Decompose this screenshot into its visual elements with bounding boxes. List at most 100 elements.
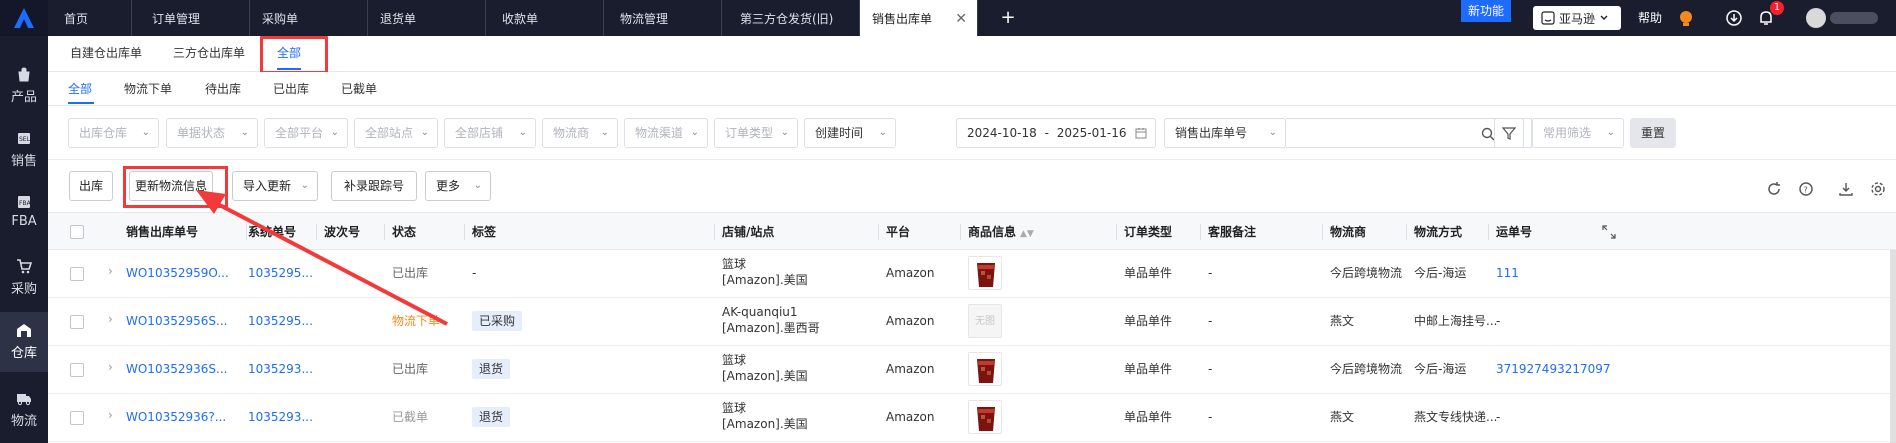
time-type-select[interactable]: 创建时间 ⌄: [804, 118, 896, 148]
customer-service-icon[interactable]: [1676, 8, 1696, 28]
nav-item-fba[interactable]: FBA FBA: [0, 184, 48, 240]
import-update-button[interactable]: 导入更新 ⌄: [232, 171, 318, 201]
search-icon[interactable]: [1481, 127, 1495, 141]
status-tab-shipped[interactable]: 已出库: [273, 72, 309, 106]
expand-row-icon[interactable]: ›: [108, 408, 113, 422]
sales-no-link[interactable]: WO10352936S...: [126, 362, 227, 377]
store-filter[interactable]: 全部店铺 ⌄: [444, 118, 536, 148]
row-checkbox[interactable]: [70, 411, 84, 425]
add-tab-icon[interactable]: +: [996, 0, 1020, 36]
help-circle-icon[interactable]: ?: [1798, 181, 1814, 197]
nav-item-purchase[interactable]: 采购: [0, 248, 48, 304]
col-platform: 平台: [886, 225, 911, 239]
column-divider: [714, 224, 715, 240]
carrier-filter[interactable]: 物流商 ⌄: [542, 118, 618, 148]
tag-label: 已采购: [472, 311, 523, 331]
date-range-picker[interactable]: 2024-10-18 - 2025-01-16: [956, 118, 1156, 148]
nav-item-logistics[interactable]: 物流: [0, 380, 48, 436]
tab-label: 首页: [64, 12, 89, 26]
chevron-down-icon: ⌄: [878, 127, 887, 138]
new-feature-button[interactable]: 新功能: [1461, 0, 1511, 22]
table-row[interactable]: › WO10352956S... 1035295... 物流下单 已采购 AK-…: [48, 298, 1896, 346]
tab-purchase-order[interactable]: 采购单: [250, 0, 368, 36]
more-button[interactable]: 更多 ⌄: [425, 171, 491, 201]
col-product[interactable]: 商品信息 ▲▼: [968, 213, 1034, 251]
filter-label: 全部店铺: [455, 126, 504, 140]
shipping-method: 中邮上海挂号...: [1414, 314, 1498, 328]
sales-no-link[interactable]: WO10352936?...: [126, 410, 226, 425]
avatar[interactable]: [1806, 8, 1826, 28]
status-text: 已出库: [392, 266, 429, 280]
expand-row-icon[interactable]: ›: [108, 264, 113, 278]
settings-icon[interactable]: [1870, 181, 1886, 197]
sales-no-link[interactable]: WO10352956S...: [126, 314, 227, 329]
tab-third-party-warehouse[interactable]: 三方仓出库单: [173, 36, 245, 72]
row-checkbox[interactable]: [70, 315, 84, 329]
sort-icon[interactable]: ▲▼: [1020, 229, 1034, 239]
status-tab-logistics-order[interactable]: 物流下单: [124, 72, 172, 106]
product-thumbnail[interactable]: [968, 352, 1002, 386]
tab-home[interactable]: 首页: [48, 0, 132, 36]
refresh-icon[interactable]: [1766, 181, 1782, 197]
sys-no-link[interactable]: 1035293...: [248, 410, 313, 425]
download-icon[interactable]: [1724, 8, 1744, 28]
platform-select[interactable]: 亚马逊: [1533, 6, 1621, 30]
cs-note: -: [1208, 266, 1213, 280]
platform-filter[interactable]: 全部平台 ⌄: [264, 118, 348, 148]
col-label: 商品信息: [968, 225, 1017, 239]
expand-row-icon[interactable]: ›: [108, 360, 113, 374]
tab-order-management[interactable]: 订单管理: [132, 0, 250, 36]
tab-sales-outbound[interactable]: 销售出库单 ✕: [860, 0, 978, 36]
order-type-filter[interactable]: 订单类型 ⌄: [714, 118, 798, 148]
tab-receipt[interactable]: 收款单: [486, 0, 604, 36]
close-icon[interactable]: ✕: [955, 0, 967, 38]
select-all-checkbox[interactable]: [70, 225, 84, 239]
waybill-link[interactable]: 111: [1496, 266, 1519, 281]
waybill-link[interactable]: 371927493217097: [1496, 362, 1611, 377]
tab-return-order[interactable]: 退货单: [368, 0, 486, 36]
common-filter-select[interactable]: 常用筛选 ⌄: [1532, 118, 1624, 148]
username-redacted[interactable]: [1830, 12, 1878, 24]
top-bar: 首页 订单管理 采购单 退货单 收款单 物流管理 第三方仓发货(旧) 销售出库单…: [0, 0, 1896, 36]
table-row[interactable]: › WO10352936S... 1035293... 已出库 退货 篮球 [A…: [48, 346, 1896, 394]
row-checkbox[interactable]: [70, 363, 84, 377]
nav-item-product[interactable]: 产品: [0, 56, 48, 112]
nav-item-warehouse[interactable]: 仓库: [0, 312, 48, 372]
sys-no-link[interactable]: 1035293...: [248, 362, 313, 377]
warehouse-filter[interactable]: 出库仓库 ⌄: [68, 118, 159, 148]
status-tab-cutoff[interactable]: 已截单: [341, 72, 377, 106]
tab-self-built-warehouse[interactable]: 自建仓出库单: [70, 36, 142, 72]
tab-third-party-shipping[interactable]: 第三方仓发货(旧): [722, 0, 860, 36]
add-tracking-button[interactable]: 补录跟踪号: [331, 171, 417, 201]
col-carrier: 物流商: [1330, 225, 1367, 239]
store-name: 篮球: [722, 401, 747, 415]
expand-columns-icon[interactable]: [1602, 225, 1616, 239]
vertical-scrollbar[interactable]: [1890, 250, 1896, 443]
doc-status-filter[interactable]: 单据状态 ⌄: [166, 118, 258, 148]
status-tab-all[interactable]: 全部: [68, 72, 92, 106]
sys-no-link[interactable]: 1035295...: [248, 314, 313, 329]
sales-no-link[interactable]: WO10352959O...: [126, 266, 229, 281]
button-label: 更多: [436, 179, 461, 193]
channel-filter[interactable]: 物流渠道 ⌄: [624, 118, 708, 148]
expand-row-icon[interactable]: ›: [108, 312, 113, 326]
table-row[interactable]: › WO10352959O... 1035295... 已出库 - 篮球 [Am…: [48, 250, 1896, 298]
site-filter[interactable]: 全部站点 ⌄: [354, 118, 438, 148]
table-row[interactable]: › WO10352936?... 1035293... 已截单 退货 篮球 [A…: [48, 394, 1896, 442]
reset-button[interactable]: 重置: [1630, 118, 1676, 148]
search-field-select[interactable]: 销售出库单号 ⌄: [1164, 118, 1286, 148]
tag-empty: -: [472, 266, 477, 280]
app-logo[interactable]: [0, 0, 48, 36]
nav-item-sales[interactable]: SEL 销售: [0, 120, 48, 176]
product-thumbnail[interactable]: [968, 400, 1002, 434]
advanced-filter-button[interactable]: [1494, 118, 1524, 148]
status-tab-pending[interactable]: 待出库: [205, 72, 241, 106]
sys-no-link[interactable]: 1035295...: [248, 266, 313, 281]
left-nav: 产品 SEL 销售 FBA FBA 采购 仓库 物流: [0, 36, 48, 443]
export-icon[interactable]: [1838, 181, 1854, 197]
outbound-button[interactable]: 出库: [69, 171, 113, 201]
tab-logistics-management[interactable]: 物流管理: [604, 0, 722, 36]
product-thumbnail[interactable]: [968, 256, 1002, 290]
row-checkbox[interactable]: [70, 267, 84, 281]
help-link[interactable]: 帮助: [1638, 0, 1662, 36]
